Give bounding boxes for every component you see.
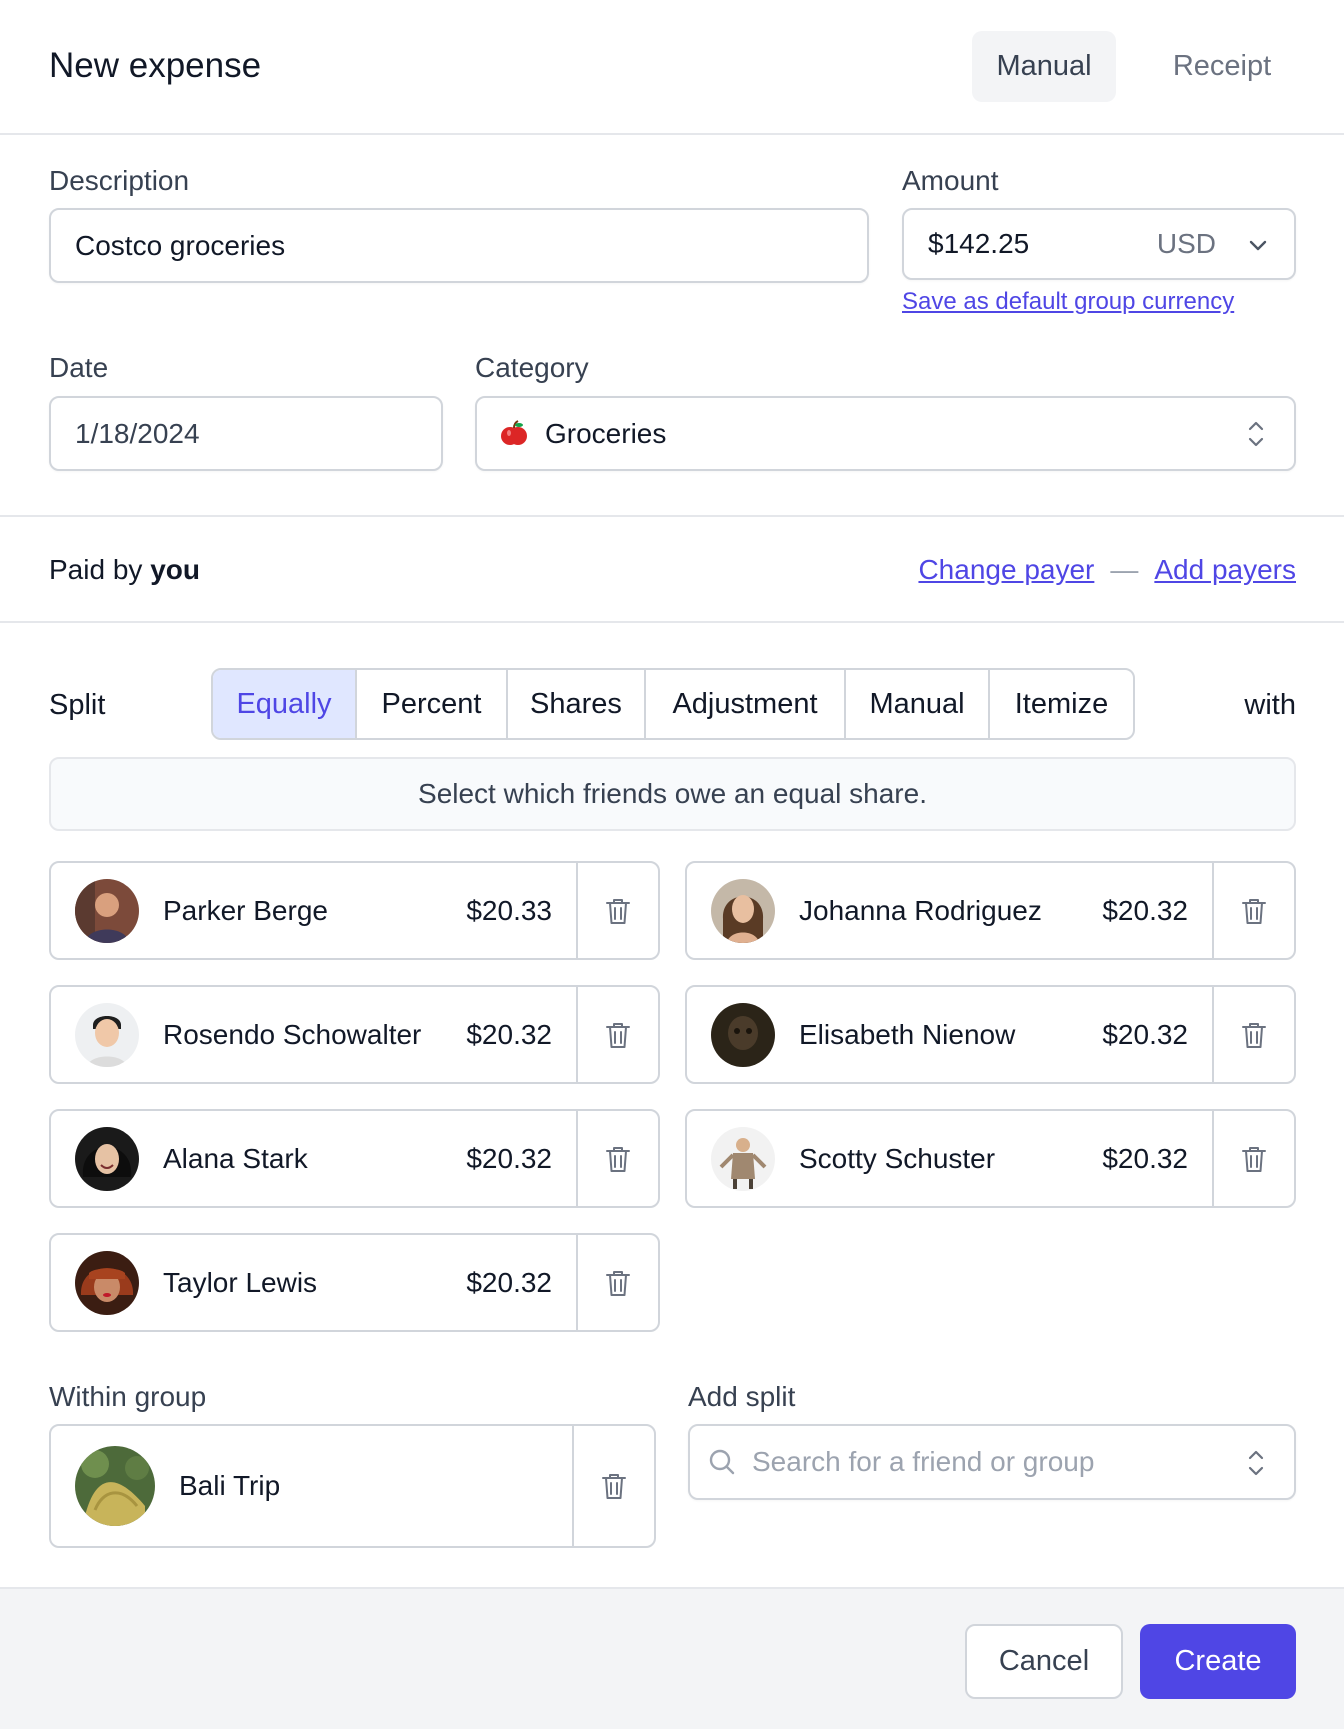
participant-name: Rosendo Schowalter bbox=[163, 1018, 422, 1050]
friend-search-combobox[interactable]: Search for a friend or group bbox=[688, 1424, 1296, 1500]
split-percent-button[interactable]: Percent bbox=[357, 670, 508, 738]
split-equally-button[interactable]: Equally bbox=[213, 670, 357, 738]
change-payer-link[interactable]: Change payer bbox=[918, 554, 1094, 586]
remove-group-button[interactable] bbox=[572, 1426, 654, 1546]
avatar bbox=[75, 1250, 139, 1315]
tab-receipt[interactable]: Receipt bbox=[1150, 31, 1294, 102]
amount-input[interactable]: $142.25 USD bbox=[902, 208, 1296, 280]
split-info-banner: Select which friends owe an equal share. bbox=[49, 757, 1296, 831]
amount-label: Amount bbox=[902, 165, 999, 196]
participant-name: Scotty Schuster bbox=[799, 1142, 996, 1174]
avatar bbox=[711, 1126, 775, 1191]
amount-value: $142.25 bbox=[928, 228, 1030, 259]
split-itemize-button[interactable]: Itemize bbox=[990, 670, 1133, 738]
participant-amount: $20.32 bbox=[1102, 894, 1188, 926]
split-label: Split bbox=[49, 689, 106, 721]
participant-card: Parker Berge $20.33 bbox=[49, 861, 660, 960]
participant-card: Scotty Schuster $20.32 bbox=[685, 1109, 1296, 1208]
add-split-label: Add split bbox=[688, 1381, 796, 1412]
paid-by-prefix: Paid by bbox=[49, 554, 143, 585]
trash-icon bbox=[606, 1270, 630, 1296]
cancel-button[interactable]: Cancel bbox=[965, 1624, 1123, 1699]
trash-icon bbox=[606, 1146, 630, 1172]
trash-icon bbox=[1242, 898, 1266, 924]
participant-name: Elisabeth Nienow bbox=[799, 1018, 1016, 1050]
group-avatar bbox=[75, 1446, 155, 1526]
participant-card: Rosendo Schowalter $20.32 bbox=[49, 985, 660, 1084]
date-value: 1/18/2024 bbox=[75, 417, 200, 449]
avatar bbox=[711, 878, 775, 943]
split-adjustment-button[interactable]: Adjustment bbox=[646, 670, 846, 738]
divider bbox=[0, 621, 1344, 623]
remove-participant-button[interactable] bbox=[1212, 863, 1294, 958]
avatar bbox=[75, 1002, 139, 1067]
category-label: Category bbox=[475, 352, 589, 383]
participant-card: Alana Stark $20.32 bbox=[49, 1109, 660, 1208]
participant-amount: $20.32 bbox=[466, 1018, 552, 1050]
trash-icon bbox=[606, 898, 630, 924]
currency-value[interactable]: USD bbox=[1157, 228, 1216, 260]
date-label: Date bbox=[49, 352, 109, 383]
trash-icon bbox=[1242, 1022, 1266, 1048]
header: New expense Manual Receipt bbox=[0, 0, 1344, 135]
split-method-group: Equally Percent Shares Adjustment Manual… bbox=[211, 668, 1135, 740]
divider bbox=[0, 515, 1344, 517]
description-input[interactable]: Costco groceries bbox=[49, 208, 869, 283]
payer-name: you bbox=[150, 554, 200, 585]
group-card: Bali Trip bbox=[49, 1424, 656, 1548]
apple-icon bbox=[499, 419, 529, 449]
category-select[interactable]: Groceries bbox=[475, 396, 1296, 471]
add-payers-link[interactable]: Add payers bbox=[1154, 554, 1296, 586]
group-name: Bali Trip bbox=[179, 1470, 281, 1501]
remove-participant-button[interactable] bbox=[576, 863, 658, 958]
participant-name: Parker Berge bbox=[163, 894, 328, 926]
split-with-label: with bbox=[1244, 689, 1296, 721]
date-input[interactable]: 1/18/2024 bbox=[49, 396, 443, 471]
payer-actions: Change payer — Add payers bbox=[918, 554, 1296, 586]
trash-icon bbox=[602, 1474, 626, 1499]
participant-amount: $20.32 bbox=[1102, 1018, 1188, 1050]
paid-by-text: Paid by you bbox=[49, 554, 200, 586]
participant-amount: $20.33 bbox=[466, 894, 552, 926]
participant-amount: $20.32 bbox=[466, 1142, 552, 1174]
separator: — bbox=[1110, 554, 1139, 585]
participant-name: Alana Stark bbox=[163, 1142, 308, 1174]
avatar bbox=[711, 1002, 775, 1067]
participant-amount: $20.32 bbox=[466, 1266, 552, 1298]
description-value: Costco groceries bbox=[75, 229, 286, 261]
chevron-up-down-icon bbox=[1244, 1447, 1268, 1486]
avatar bbox=[75, 1126, 139, 1191]
category-value: Groceries bbox=[545, 417, 667, 449]
remove-participant-button[interactable] bbox=[576, 1235, 658, 1330]
trash-icon bbox=[606, 1022, 630, 1048]
participant-card: Elisabeth Nienow $20.32 bbox=[685, 985, 1296, 1084]
within-group-label: Within group bbox=[49, 1381, 207, 1412]
avatar bbox=[75, 878, 139, 943]
chevron-up-down-icon bbox=[1244, 418, 1268, 457]
participant-amount: $20.32 bbox=[1102, 1142, 1188, 1174]
remove-participant-button[interactable] bbox=[576, 987, 658, 1082]
participant-card: Johanna Rodriguez $20.32 bbox=[685, 861, 1296, 960]
description-label: Description bbox=[49, 165, 190, 196]
participant-name: Johanna Rodriguez bbox=[799, 894, 1042, 926]
remove-participant-button[interactable] bbox=[576, 1111, 658, 1206]
search-icon bbox=[708, 1448, 736, 1476]
participant-card: Taylor Lewis $20.32 bbox=[49, 1233, 660, 1332]
friend-search-placeholder: Search for a friend or group bbox=[752, 1446, 1095, 1477]
remove-participant-button[interactable] bbox=[1212, 987, 1294, 1082]
remove-participant-button[interactable] bbox=[1212, 1111, 1294, 1206]
page-title: New expense bbox=[49, 46, 262, 85]
split-shares-button[interactable]: Shares bbox=[508, 670, 646, 738]
tab-manual[interactable]: Manual bbox=[972, 31, 1116, 102]
footer: Cancel Create bbox=[0, 1587, 1344, 1729]
split-manual-button[interactable]: Manual bbox=[846, 670, 990, 738]
create-button[interactable]: Create bbox=[1140, 1624, 1296, 1699]
trash-icon bbox=[1242, 1146, 1266, 1172]
save-default-currency-link[interactable]: Save as default group currency bbox=[902, 288, 1234, 316]
chevron-down-icon[interactable] bbox=[1246, 232, 1270, 264]
participant-name: Taylor Lewis bbox=[163, 1266, 318, 1298]
